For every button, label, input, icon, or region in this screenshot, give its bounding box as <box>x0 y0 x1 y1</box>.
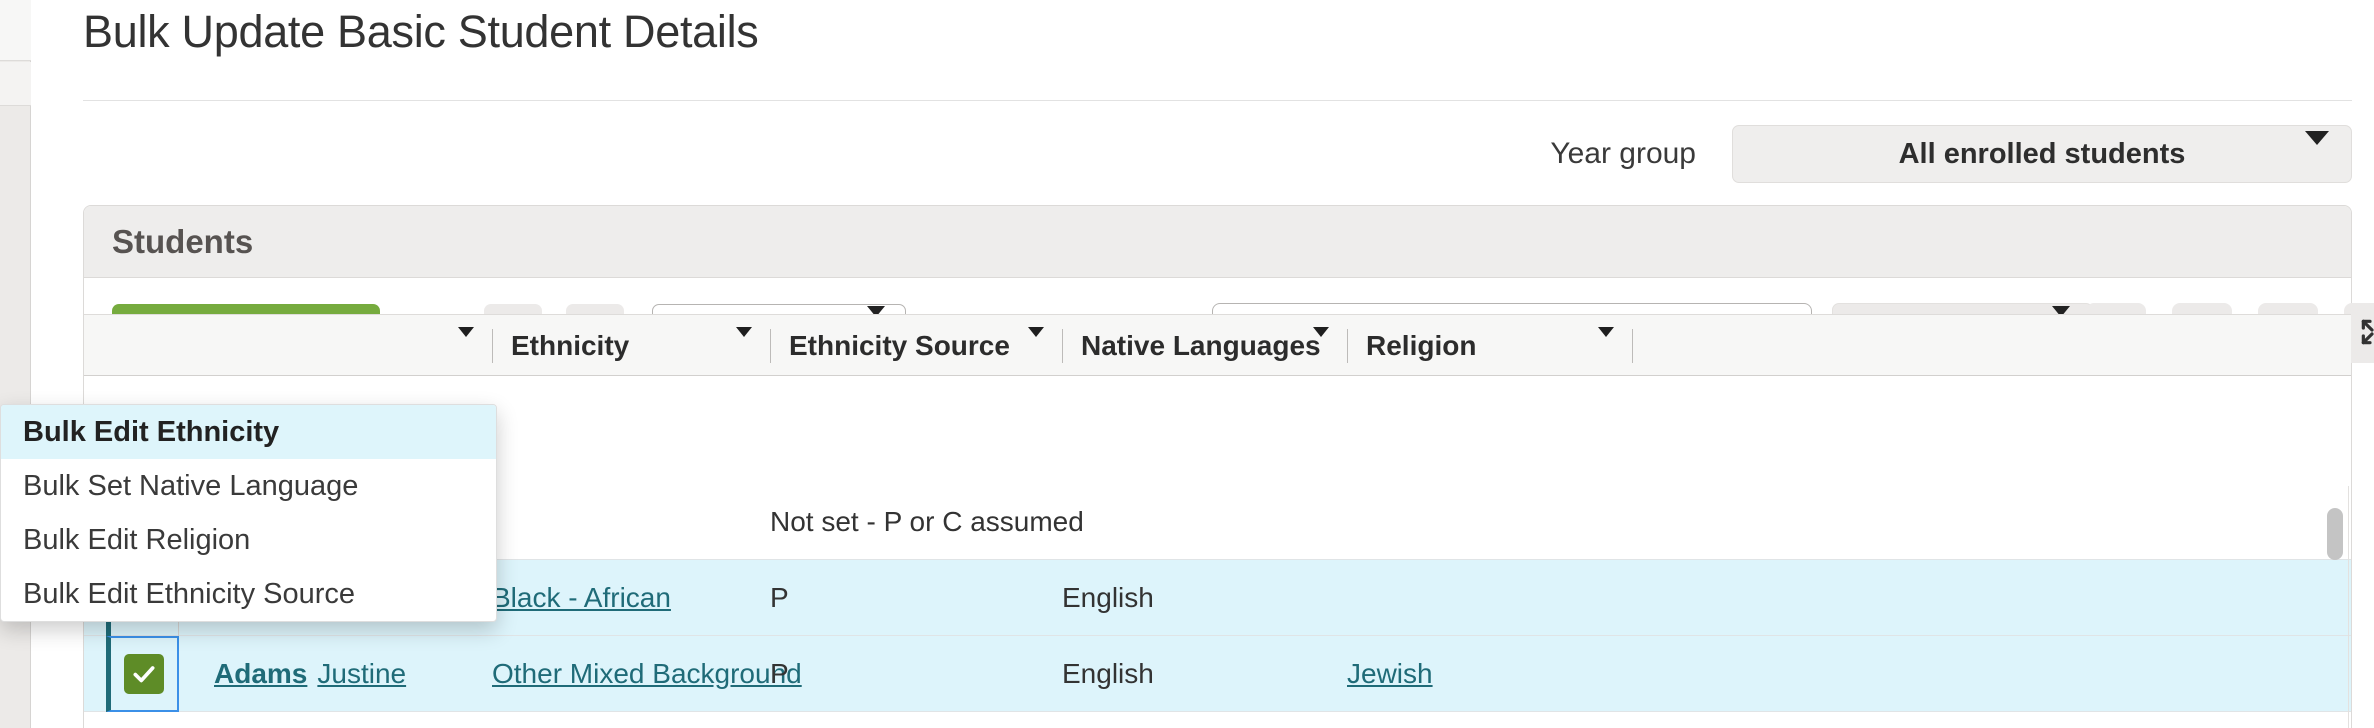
cell-ethnicity-source: P <box>770 636 789 712</box>
cell-ethnicity[interactable]: Black - African <box>492 560 671 636</box>
menu-item-label: Bulk Edit Ethnicity <box>23 416 279 449</box>
scrollbar-thumb[interactable] <box>2327 508 2343 560</box>
scrollbar-track-line <box>2348 486 2349 728</box>
caret-down-icon <box>1598 337 1614 355</box>
caret-down-icon <box>458 337 474 355</box>
student-surname[interactable]: Adams <box>214 658 307 690</box>
left-rail-segment-top <box>0 0 31 61</box>
cell-ethnicity-source: P <box>770 560 789 636</box>
table-column-label: Ethnicity <box>511 330 629 362</box>
menu-item-bulk-set-native-language[interactable]: Bulk Set Native Language <box>1 459 496 513</box>
year-group-filter: Year group All enrolled students <box>1550 124 2352 184</box>
checkbox-checked-icon <box>124 654 164 694</box>
menu-item-label: Bulk Edit Ethnicity Source <box>23 578 355 611</box>
students-panel-header: Students <box>84 206 2351 278</box>
column-divider <box>492 329 493 363</box>
chevron-down-icon <box>2305 145 2329 163</box>
left-rail-segment-second <box>0 62 31 106</box>
table-column-religion[interactable]: Religion <box>1347 315 1632 377</box>
menu-item-bulk-edit-ethnicity-source[interactable]: Bulk Edit Ethnicity Source <box>1 567 496 621</box>
cell-native-languages: English <box>1062 636 1154 712</box>
table-column-label: Religion <box>1366 330 1476 362</box>
bulk-action-menu: Bulk Edit Ethnicity Bulk Set Native Lang… <box>0 404 497 622</box>
table-column-ethnicity[interactable]: Ethnicity <box>492 315 770 377</box>
column-divider <box>1632 329 1633 363</box>
page-title: Bulk Update Basic Student Details <box>83 4 758 60</box>
table-column-name-menu[interactable] <box>414 315 492 377</box>
student-forename[interactable]: Justine <box>317 658 406 690</box>
column-divider <box>1062 329 1063 363</box>
religion-link[interactable]: Jewish <box>1347 658 1433 690</box>
table-row[interactable] <box>84 712 2351 728</box>
table-column-ethnicity-source[interactable]: Ethnicity Source <box>770 315 1062 377</box>
menu-item-bulk-edit-religion[interactable]: Bulk Edit Religion <box>1 513 496 567</box>
column-divider <box>1347 329 1348 363</box>
panel-title: Students <box>112 223 253 261</box>
table-column-label: Native Languages <box>1081 330 1321 362</box>
table-vertical-scrollbar[interactable] <box>2327 486 2343 728</box>
caret-down-icon <box>1313 337 1329 355</box>
table-column-end-divider <box>1632 315 1672 377</box>
table-row[interactable]: Adams Justine Other Mixed Background P E… <box>84 636 2351 712</box>
menu-item-bulk-edit-ethnicity[interactable]: Bulk Edit Ethnicity <box>1 405 496 459</box>
column-divider <box>770 329 771 363</box>
title-divider <box>83 100 2352 101</box>
year-group-label: Year group <box>1550 137 1696 171</box>
table-column-native-languages[interactable]: Native Languages <box>1062 315 1347 377</box>
app-root: Bulk Update Basic Student Details Year g… <box>0 0 2374 728</box>
caret-down-icon <box>736 337 752 355</box>
ethnicity-link[interactable]: Other Mixed Background <box>492 658 802 690</box>
cell-student-name[interactable]: Adams Justine <box>214 636 406 712</box>
cell-religion[interactable]: Jewish <box>1347 636 1433 712</box>
cell-ethnicity[interactable]: Other Mixed Background <box>492 636 802 712</box>
year-group-selected-value: All enrolled students <box>1899 138 2186 171</box>
year-group-select[interactable]: All enrolled students <box>1732 125 2352 183</box>
ethnicity-link[interactable]: Black - African <box>492 582 671 614</box>
table-column-label: Ethnicity Source <box>789 330 1010 362</box>
row-select-checkbox[interactable] <box>106 636 179 712</box>
expand-arrows-icon <box>2358 316 2374 351</box>
cell-ethnicity-source: Not set - P or C assumed <box>770 484 1084 560</box>
table-header-row: Ethnicity Ethnicity Source Native Langua… <box>84 314 2351 376</box>
menu-item-label: Bulk Set Native Language <box>23 470 358 503</box>
page-content: Bulk Update Basic Student Details Year g… <box>45 0 2374 728</box>
caret-down-icon <box>1028 337 1044 355</box>
menu-item-label: Bulk Edit Religion <box>23 524 250 557</box>
cell-native-languages: English <box>1062 560 1154 636</box>
